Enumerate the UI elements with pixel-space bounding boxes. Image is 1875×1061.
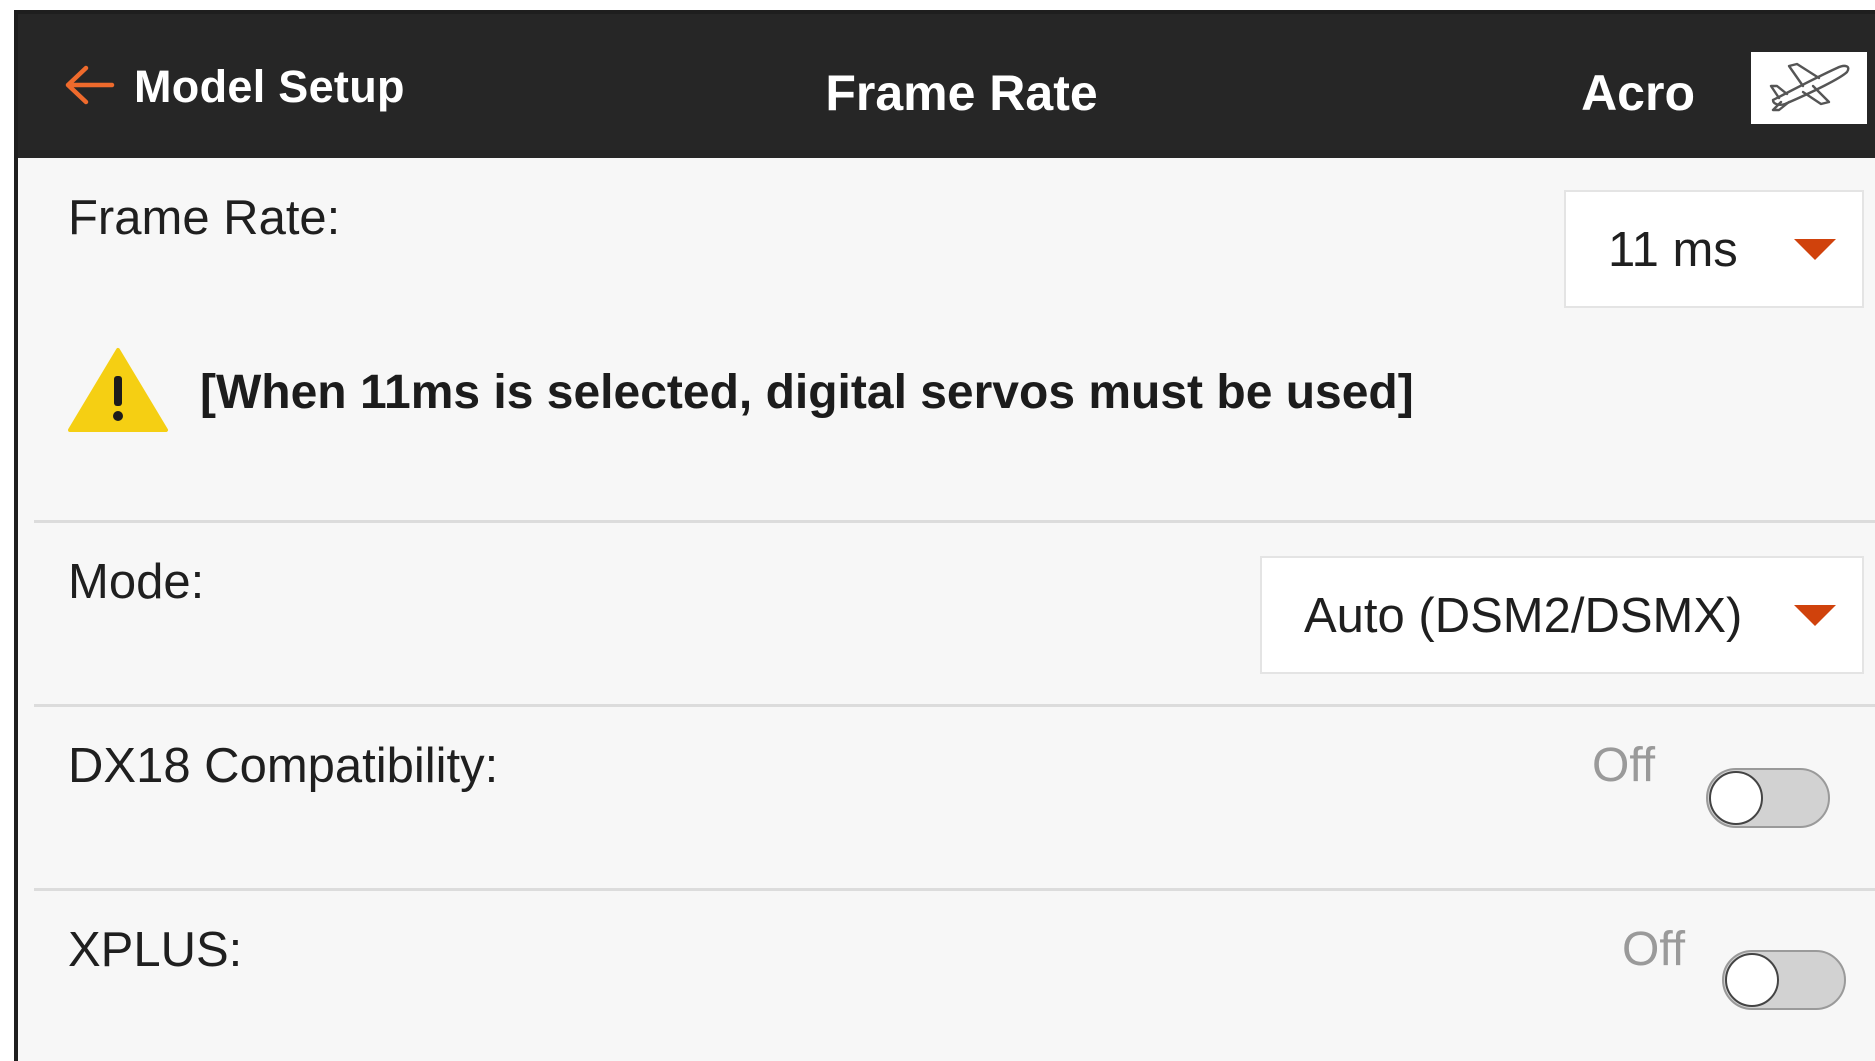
frame-rate-value: 11 ms: [1608, 223, 1738, 277]
warning-triangle-icon: [66, 346, 170, 439]
model-type-button[interactable]: [1751, 52, 1867, 124]
dx18-toggle[interactable]: [1706, 768, 1830, 828]
dx18-compatibility-label: DX18 Compatibility:: [68, 739, 499, 793]
xplus-toggle[interactable]: [1722, 950, 1846, 1010]
frame-rate-dropdown[interactable]: 11 ms: [1564, 190, 1864, 308]
warning-text: [When 11ms is selected, digital servos m…: [200, 366, 1414, 419]
mode-value: Auto (DSM2/DSMX): [1304, 589, 1743, 643]
airplane-icon: [1763, 56, 1855, 121]
xplus-label: XPLUS:: [68, 923, 243, 977]
chevron-down-icon: [1794, 239, 1836, 260]
xplus-status: Off: [1622, 923, 1686, 976]
header-bar: Model Setup Frame Rate Acro: [18, 14, 1875, 158]
divider: [34, 520, 1875, 523]
chevron-down-icon: [1794, 605, 1836, 626]
model-name: Acro: [1581, 65, 1695, 121]
mode-label: Mode:: [68, 555, 205, 609]
divider: [34, 704, 1875, 707]
dx18-status: Off: [1592, 739, 1656, 792]
warning-message: [When 11ms is selected, digital servos m…: [66, 346, 1414, 439]
mode-dropdown[interactable]: Auto (DSM2/DSMX): [1260, 556, 1864, 674]
toggle-knob: [1725, 953, 1779, 1007]
frame-rate-label: Frame Rate:: [68, 191, 341, 245]
app-frame: Model Setup Frame Rate Acro Frame Rate: …: [14, 10, 1875, 1061]
divider: [34, 888, 1875, 891]
toggle-knob: [1709, 771, 1763, 825]
